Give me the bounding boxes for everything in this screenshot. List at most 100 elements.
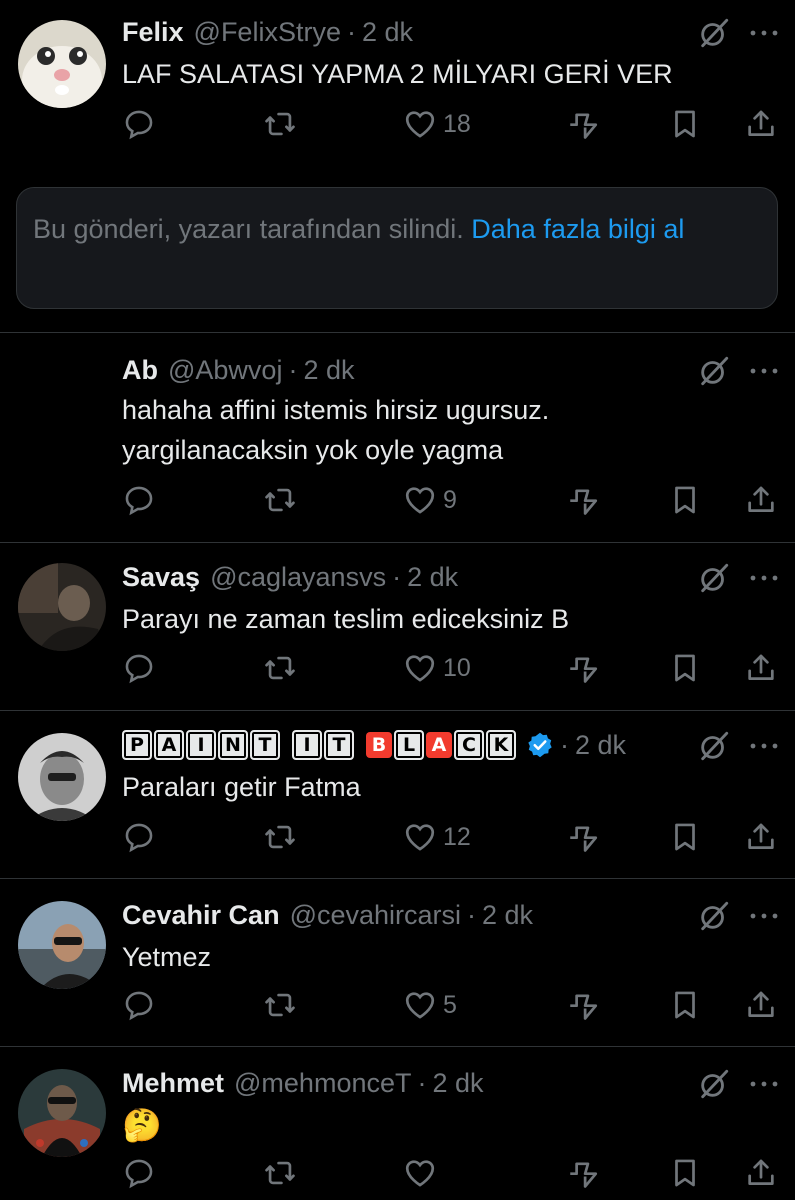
tweet-felix[interactable]: Felix @FelixStrye · 2 dk LAF SALATASI YA… — [0, 0, 795, 170]
repost-button[interactable] — [263, 985, 297, 1025]
more-icon[interactable] — [748, 741, 780, 751]
like-count: 9 — [443, 485, 457, 514]
timestamp[interactable]: 2 dk — [362, 17, 413, 48]
bookmark-button[interactable] — [668, 104, 702, 144]
repost-button[interactable] — [263, 648, 297, 688]
views-button[interactable] — [566, 817, 600, 857]
reply-button[interactable] — [122, 104, 156, 144]
name-letter: K — [486, 730, 516, 760]
avatar-image — [18, 563, 106, 651]
reply-icon — [122, 1156, 156, 1190]
avatar[interactable] — [18, 733, 106, 821]
verified-badge-icon[interactable] — [526, 731, 554, 759]
like-button[interactable]: 18 — [403, 104, 471, 144]
bookmark-button[interactable] — [668, 480, 702, 520]
share-button[interactable] — [744, 817, 778, 857]
like-button[interactable]: 12 — [403, 817, 471, 857]
author-handle[interactable]: @mehmonceT — [234, 1068, 411, 1099]
more-icon[interactable] — [748, 911, 780, 921]
share-button[interactable] — [744, 985, 778, 1025]
tweet-savas[interactable]: Savaş @caglayansvs · 2 dk Parayı ne zama… — [0, 543, 795, 709]
bookmark-button[interactable] — [668, 985, 702, 1025]
tweet-paint-it-black[interactable]: P A I N T I T B L A C K · 2 dk Paraları … — [0, 711, 795, 877]
grok-icon[interactable] — [697, 1067, 731, 1101]
more-icon[interactable] — [748, 28, 780, 38]
like-button[interactable]: 10 — [403, 648, 471, 688]
reply-icon — [122, 483, 156, 517]
timestamp[interactable]: 2 dk — [575, 730, 626, 761]
reply-button[interactable] — [122, 480, 156, 520]
reply-icon — [122, 988, 156, 1022]
tweet-ab[interactable]: Ab @Abwvoj · 2 dk hahaha affini istemis … — [0, 340, 795, 540]
separator-dot: · — [288, 354, 298, 385]
avatar[interactable] — [18, 1069, 106, 1157]
avatar[interactable] — [18, 563, 106, 651]
timestamp[interactable]: 2 dk — [482, 900, 533, 931]
author-name[interactable]: Cevahir Can — [122, 900, 280, 931]
name-letter: C — [454, 730, 484, 760]
repost-button[interactable] — [263, 817, 297, 857]
timestamp[interactable]: 2 dk — [432, 1068, 483, 1099]
timestamp[interactable]: 2 dk — [303, 355, 354, 386]
like-button[interactable]: 5 — [403, 985, 457, 1025]
repost-icon — [263, 107, 297, 141]
like-button[interactable] — [403, 1153, 443, 1193]
repost-button[interactable] — [263, 1153, 297, 1193]
share-button[interactable] — [744, 1153, 778, 1193]
author-name-badges[interactable]: P A I N T I T B L A C K — [122, 730, 518, 760]
bookmark-icon — [668, 820, 702, 854]
like-button[interactable]: 9 — [403, 480, 457, 520]
tweet-text-line-1: hahaha affini istemis hirsiz ugursuz. — [122, 395, 550, 425]
avatar[interactable] — [18, 901, 106, 989]
name-letter: P — [122, 730, 152, 760]
reply-button[interactable] — [122, 648, 156, 688]
views-button[interactable] — [566, 648, 600, 688]
name-letter: N — [218, 730, 248, 760]
more-icon[interactable] — [748, 366, 780, 376]
grok-icon[interactable] — [697, 561, 731, 595]
author-handle[interactable]: @cevahircarsi — [290, 900, 461, 931]
learn-more-link[interactable]: Daha fazla bilgi al — [471, 214, 684, 244]
views-icon — [566, 651, 600, 685]
repost-icon — [263, 820, 297, 854]
views-button[interactable] — [566, 985, 600, 1025]
reply-icon — [122, 820, 156, 854]
more-icon[interactable] — [748, 573, 780, 583]
like-icon — [403, 651, 437, 685]
repost-button[interactable] — [263, 480, 297, 520]
name-letter: A — [154, 730, 184, 760]
grok-icon[interactable] — [697, 16, 731, 50]
author-handle[interactable]: @FelixStrye — [194, 17, 341, 48]
author-name[interactable]: Felix — [122, 17, 184, 48]
views-icon — [566, 107, 600, 141]
name-letter: L — [394, 730, 424, 760]
grok-icon[interactable] — [697, 729, 731, 763]
share-icon — [744, 651, 778, 685]
share-button[interactable] — [744, 480, 778, 520]
views-button[interactable] — [566, 104, 600, 144]
reply-button[interactable] — [122, 817, 156, 857]
share-button[interactable] — [744, 104, 778, 144]
avatar[interactable] — [18, 20, 106, 108]
reply-button[interactable] — [122, 985, 156, 1025]
author-name[interactable]: Mehmet — [122, 1068, 224, 1099]
grok-icon[interactable] — [697, 899, 731, 933]
bookmark-button[interactable] — [668, 1153, 702, 1193]
bookmark-button[interactable] — [668, 817, 702, 857]
grok-icon[interactable] — [697, 354, 731, 388]
more-icon[interactable] — [748, 1079, 780, 1089]
share-button[interactable] — [744, 648, 778, 688]
tweet-mehmet[interactable]: Mehmet @mehmonceT · 2 dk 🤔 — [0, 1047, 795, 1200]
views-button[interactable] — [566, 1153, 600, 1193]
reply-button[interactable] — [122, 1153, 156, 1193]
views-button[interactable] — [566, 480, 600, 520]
author-name[interactable]: Ab — [122, 355, 158, 386]
author-name[interactable]: Savaş — [122, 562, 200, 593]
tweet-cevahir-can[interactable]: Cevahir Can @cevahircarsi · 2 dk Yetmez … — [0, 879, 795, 1045]
timestamp[interactable]: 2 dk — [407, 562, 458, 593]
bookmark-button[interactable] — [668, 648, 702, 688]
author-handle[interactable]: @Abwvoj — [168, 355, 282, 386]
display-name-row[interactable]: P A I N T I T B L A C K · 2 dk — [122, 727, 626, 763]
repost-button[interactable] — [263, 104, 297, 144]
author-handle[interactable]: @caglayansvs — [210, 562, 386, 593]
